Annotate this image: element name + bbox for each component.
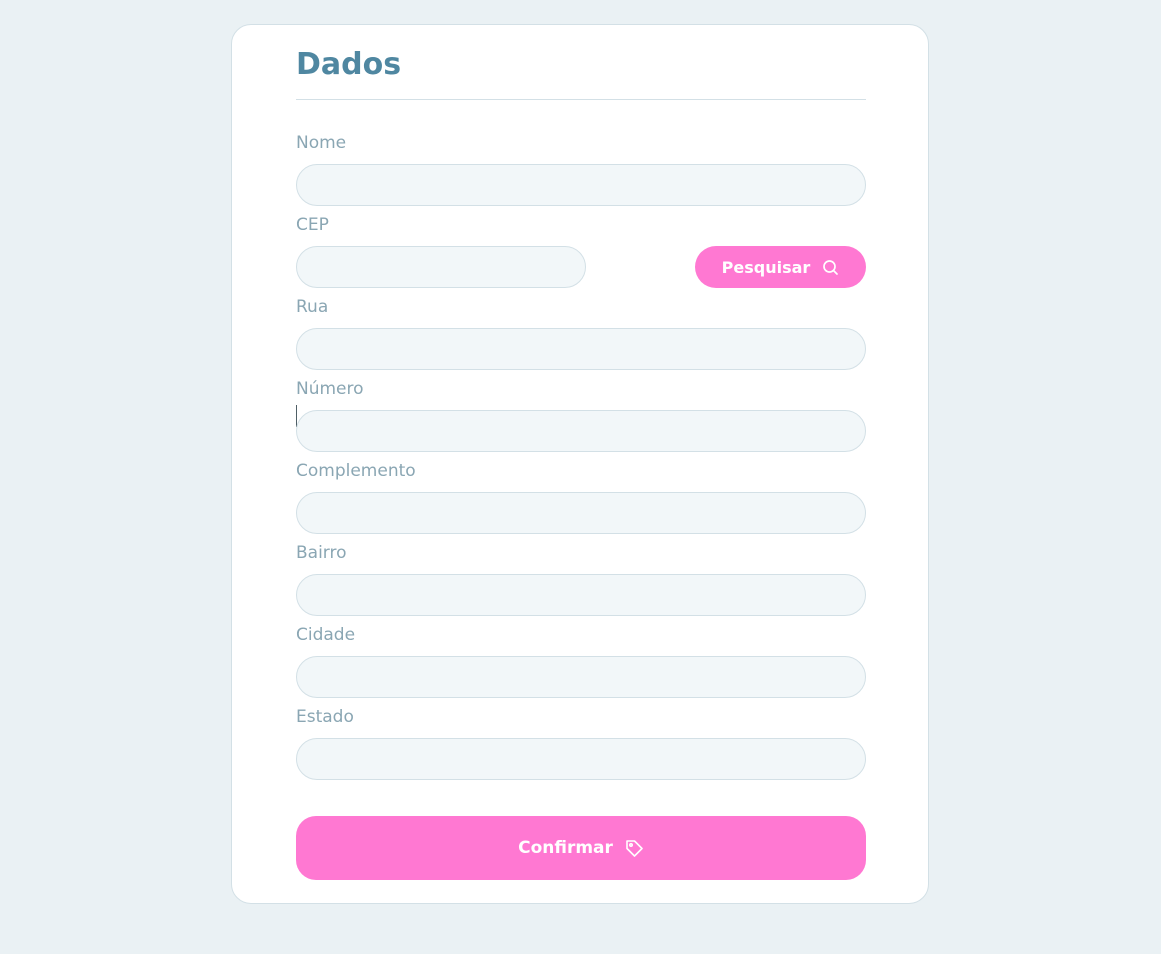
- tag-icon: [625, 839, 644, 858]
- cep-label: CEP: [296, 215, 329, 235]
- complemento-label: Complemento: [296, 461, 416, 481]
- nome-label: Nome: [296, 133, 347, 153]
- title-divider: [296, 99, 866, 100]
- nome-input[interactable]: [296, 164, 866, 206]
- numero-input[interactable]: [296, 410, 866, 452]
- bairro-input[interactable]: [296, 574, 866, 616]
- numero-label: Número: [296, 379, 364, 399]
- rua-label: Rua: [296, 297, 329, 317]
- rua-input[interactable]: [296, 328, 866, 370]
- cep-input[interactable]: [296, 246, 586, 288]
- search-icon: [822, 259, 839, 276]
- cidade-input[interactable]: [296, 656, 866, 698]
- cidade-label: Cidade: [296, 625, 356, 645]
- estado-label: Estado: [296, 707, 354, 727]
- bairro-label: Bairro: [296, 543, 347, 563]
- search-button-label: Pesquisar: [721, 257, 811, 277]
- form-card: Dados Nome CEP Pesquisar Rua Número Comp…: [231, 24, 929, 904]
- complemento-input[interactable]: [296, 492, 866, 534]
- confirm-button[interactable]: Confirmar: [296, 816, 866, 880]
- page-title: Dados: [296, 47, 402, 82]
- estado-input[interactable]: [296, 738, 866, 780]
- confirm-button-label: Confirmar: [518, 838, 613, 858]
- search-button[interactable]: Pesquisar: [695, 246, 866, 288]
